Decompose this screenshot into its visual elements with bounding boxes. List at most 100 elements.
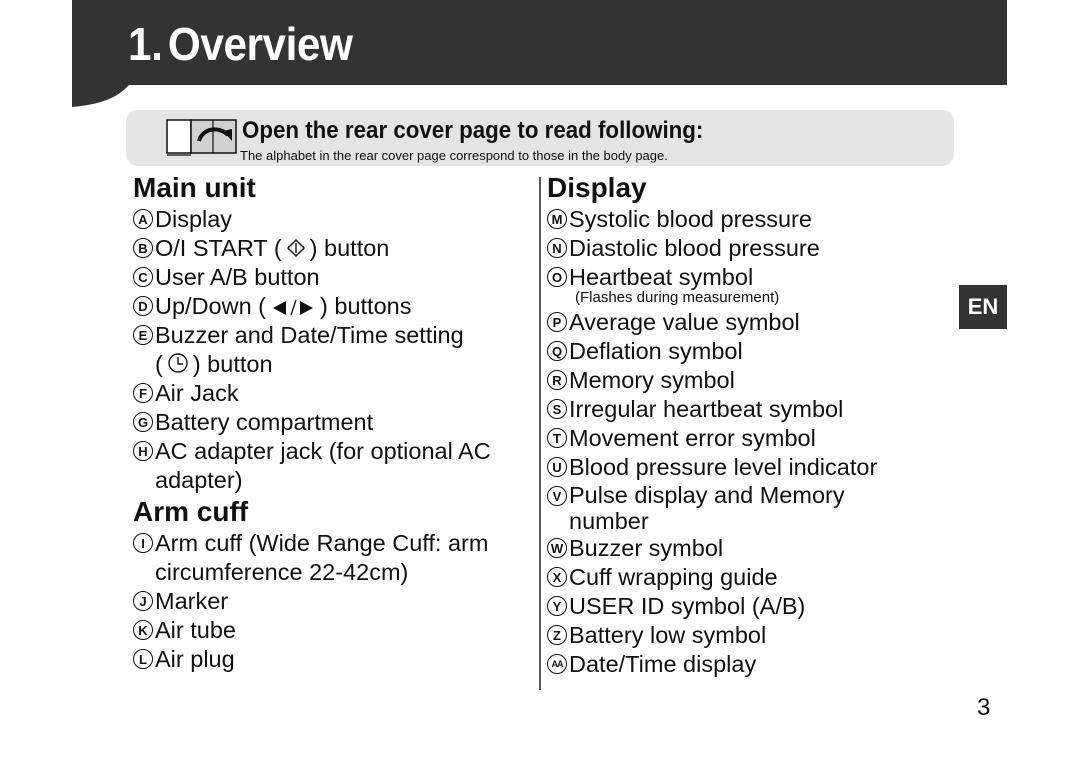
list-item: D Up/Down ( ) buttons [133,292,533,321]
item-label: O/I START ( ) button [155,234,389,263]
clock-icon [168,353,188,373]
item-label: Marker [155,588,229,614]
list-item: Z Battery low symbol [547,621,947,650]
letter-badge: B [133,238,153,258]
list-item: U Blood pressure level indicator [547,453,947,482]
item-label: Blood pressure level indicator [569,454,878,480]
item-label: Deflation symbol [569,338,743,364]
item-note: (Flashes during measurement) [575,289,780,306]
start-button-icon [286,239,305,257]
arm-cuff-heading: Arm cuff [133,496,249,527]
list-item: B O/I START ( ) button [133,234,533,263]
letter-badge: G [133,412,153,432]
item-label: Movement error symbol [569,425,816,451]
item-label-pre: O/I START ( [155,235,282,261]
item-label-post: ) buttons [320,293,412,319]
letter-badge: U [547,457,567,477]
letter-badge: X [547,567,567,587]
item-label-line2: adapter) [155,467,243,493]
letter-badge: N [547,238,567,258]
letter-badge: C [133,267,153,287]
item-label: Date/Time display [569,651,757,677]
list-item: F Air Jack [133,379,533,408]
list-item: T Movement error symbol [547,424,947,453]
item-label-line2: circumference 22-42cm) [155,559,409,585]
section-title: Overview [167,18,353,70]
letter-badge: M [547,209,567,229]
list-item: N Diastolic blood pressure [547,234,947,263]
list-item: X Cuff wrapping guide [547,563,947,592]
item-label-post: ) button [192,351,273,377]
item-label: Air Jack [155,380,239,406]
letter-badge: I [133,533,153,553]
letter-badge: Z [547,625,567,645]
list-item: M Systolic blood pressure [547,205,947,234]
item-label: Buzzer symbol [569,535,724,561]
list-item: Y USER ID symbol (A/B) [547,592,947,621]
item-label: Heartbeat symbol [569,264,754,290]
main-unit-column: Main unit A Display B O/I START () butto… [133,171,533,674]
letter-badge: O [547,267,567,287]
letter-badge: T [547,428,567,448]
item-label: Cuff wrapping guide [569,564,778,590]
open-book-page-turn-icon [166,119,237,156]
list-item: L Air plug [133,645,533,674]
item-label: Display [155,206,233,232]
item-label: Buzzer and Date/Time setting ( ) button [155,321,464,379]
item-label: Air plug [155,646,235,672]
item-label: Diastolic blood pressure [569,235,820,261]
item-label-pre: Up/Down ( [155,293,267,319]
list-item: H AC adapter jack (for optional AC adapt… [133,437,533,495]
language-tab: EN [959,285,1007,329]
list-item: I Arm cuff (Wide Range Cuff: arm circumf… [133,529,533,587]
item-label: Memory symbol [569,367,735,393]
letter-badge: D [133,296,153,316]
item-label-pre: ( [155,351,163,377]
item-label-line1: Buzzer and Date/Time setting [155,322,464,348]
item-label-line1: AC adapter jack (for optional AC [155,438,491,464]
letter-badge: R [547,370,567,390]
item-label: Average value symbol [569,309,800,335]
list-item: K Air tube [133,616,533,645]
item-label-post: ) button [309,235,390,261]
item-label: Arm cuff (Wide Range Cuff: arm circumfer… [155,529,488,587]
item-label: User A/B button [155,264,320,290]
list-item: E Buzzer and Date/Time setting ( ) button [133,321,533,379]
list-item: AA Date/Time display [547,650,947,679]
item-label: Pulse display and Memory number [569,482,845,534]
item-label: Irregular heartbeat symbol [569,396,844,422]
note-title: Open the rear cover page to read followi… [242,117,704,144]
list-item: J Marker [133,587,533,616]
letter-badge: J [133,591,153,611]
list-item: Q Deflation symbol [547,337,947,366]
section-header-tab [72,84,130,107]
letter-badge: Q [547,341,567,361]
list-item: P Average value symbol [547,308,947,337]
item-label: Up/Down ( ) buttons [155,292,411,321]
item-label: Air tube [155,617,236,643]
section-number: 1. [128,18,163,70]
item-label: Battery compartment [155,409,374,435]
item-label: Battery low symbol [569,622,767,648]
list-item: G Battery compartment [133,408,533,437]
letter-badge: S [547,399,567,419]
list-item: C User A/B button [133,263,533,292]
list-item: S Irregular heartbeat symbol [547,395,947,424]
item-label-line2: number [569,508,649,534]
letter-badge: AA [547,654,567,674]
item-label-line1: Arm cuff (Wide Range Cuff: arm [155,530,489,556]
note-subtitle: The alphabet in the rear cover page corr… [240,148,668,163]
item-label: Systolic blood pressure [569,206,812,232]
item-label: USER ID symbol (A/B) [569,593,806,619]
list-item: R Memory symbol [547,366,947,395]
letter-badge: E [133,325,153,345]
main-unit-heading: Main unit [133,172,256,203]
page-number: 3 [977,694,991,721]
item-label: AC adapter jack (for optional AC adapter… [155,437,491,495]
left-right-arrows-icon [273,299,314,316]
list-item: V Pulse display and Memory number [547,482,947,534]
letter-badge: P [547,312,567,332]
display-column: Display M Systolic blood pressure N Dias… [547,171,947,679]
letter-badge: W [547,538,567,558]
list-item: W Buzzer symbol [547,534,947,563]
